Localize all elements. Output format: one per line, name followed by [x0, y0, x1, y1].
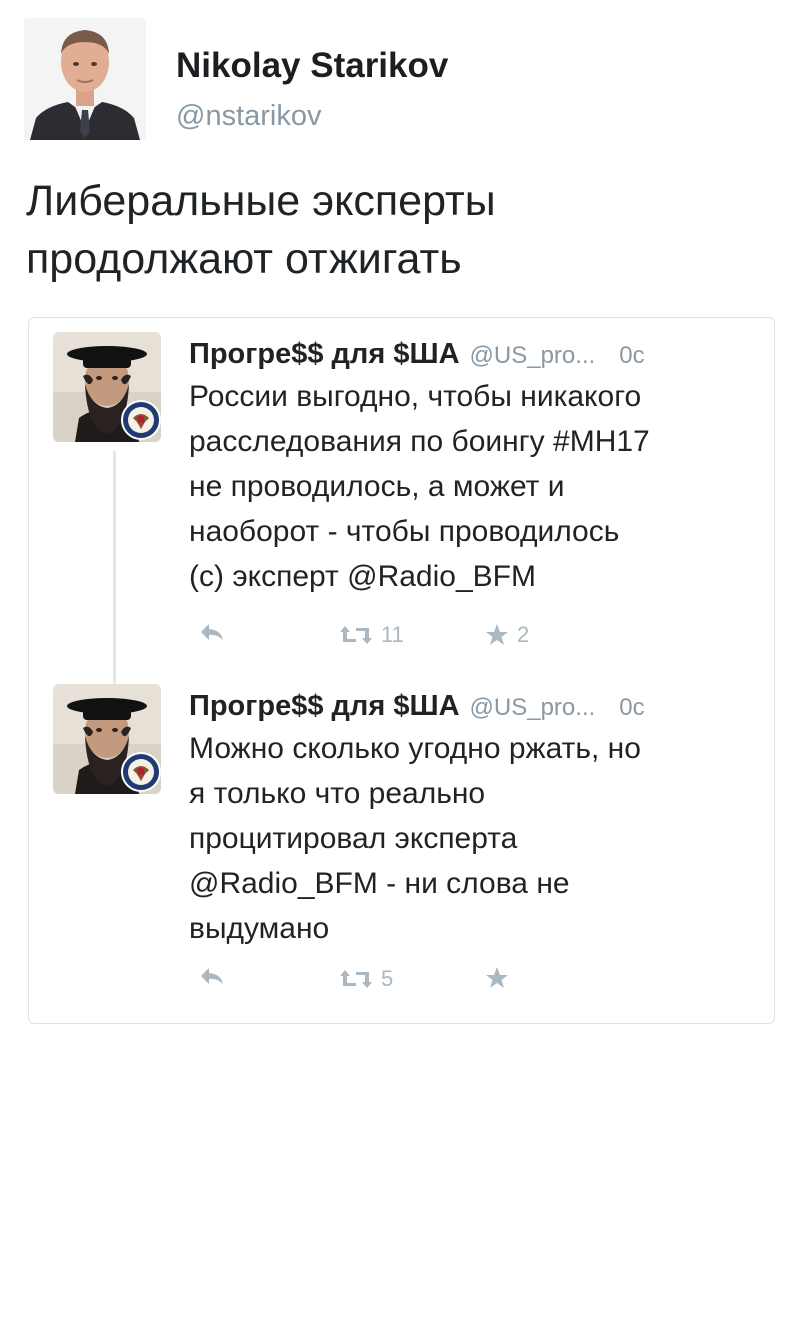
- quoted-author-name[interactable]: Прогре$$ для $ША: [189, 690, 460, 722]
- author-name[interactable]: Nikolay Starikov: [176, 46, 448, 86]
- quoted-tweet[interactable]: Прогре$$ для $ША @US_pro... 0с Можно сколь…: [53, 684, 753, 1014]
- reply-button[interactable]: [199, 966, 225, 988]
- quoted-conversation-card[interactable]: Прогре$$ для $ША @US_pro... 0с России выго…: [28, 317, 775, 1024]
- quoted-tweet[interactable]: Прогре$$ для $ША @US_pro... 0с России выго…: [53, 332, 753, 662]
- retweet-icon: [340, 626, 372, 644]
- quoted-tweet-actions: [189, 1280, 609, 1320]
- favorite-button[interactable]: 2: [485, 622, 529, 648]
- quoted-tweet-actions: 11 2: [189, 622, 609, 662]
- quoted-author-avatar[interactable]: [53, 332, 161, 442]
- quoted-author-avatar[interactable]: [53, 684, 161, 794]
- department-of-state-seal-icon: [121, 400, 161, 440]
- author-avatar[interactable]: [24, 18, 146, 140]
- quoted-author-handle[interactable]: @US_pro...: [470, 694, 596, 721]
- reply-button[interactable]: [199, 622, 225, 644]
- favorite-button[interactable]: [485, 966, 517, 990]
- department-of-state-seal-icon: [121, 752, 161, 792]
- retweet-count: 11: [381, 622, 404, 647]
- reply-icon: [201, 968, 223, 984]
- quoted-tweet-header: Прогре$$ для $ША @US_pro... 0с: [189, 684, 645, 730]
- reply-icon: [201, 624, 223, 640]
- quoted-tweet-body: России выгодно, чтобы никакого расследов…: [189, 380, 650, 593]
- retweet-button[interactable]: 11: [339, 622, 404, 648]
- quoted-author-handle[interactable]: @US_pro...: [470, 342, 596, 369]
- quoted-tweet-timestamp[interactable]: 0с: [619, 342, 644, 369]
- quoted-tweet-body: Можно сколько угодно ржать, но я только …: [189, 732, 641, 945]
- tweet-header: Nikolay Starikov @nstarikov: [24, 18, 764, 148]
- star-icon: [486, 967, 508, 988]
- quoted-tweet-timestamp[interactable]: 0с: [619, 694, 644, 721]
- author-handle[interactable]: @nstarikov: [176, 100, 321, 133]
- quoted-author-name[interactable]: Прогре$$ для $ША: [189, 338, 460, 370]
- retweet-button[interactable]: 5: [339, 966, 393, 992]
- quoted-tweet-actions: 5: [189, 966, 609, 1006]
- quoted-tweet-header: Прогре$$ для $ША @US_pro... 0с: [189, 332, 645, 378]
- star-icon: [486, 624, 508, 645]
- retweet-icon: [340, 970, 372, 988]
- favorite-count: 2: [517, 622, 530, 647]
- retweet-count: 5: [381, 966, 394, 991]
- tweet-text: Либеральные эксперты продолжают отжигать: [26, 177, 496, 283]
